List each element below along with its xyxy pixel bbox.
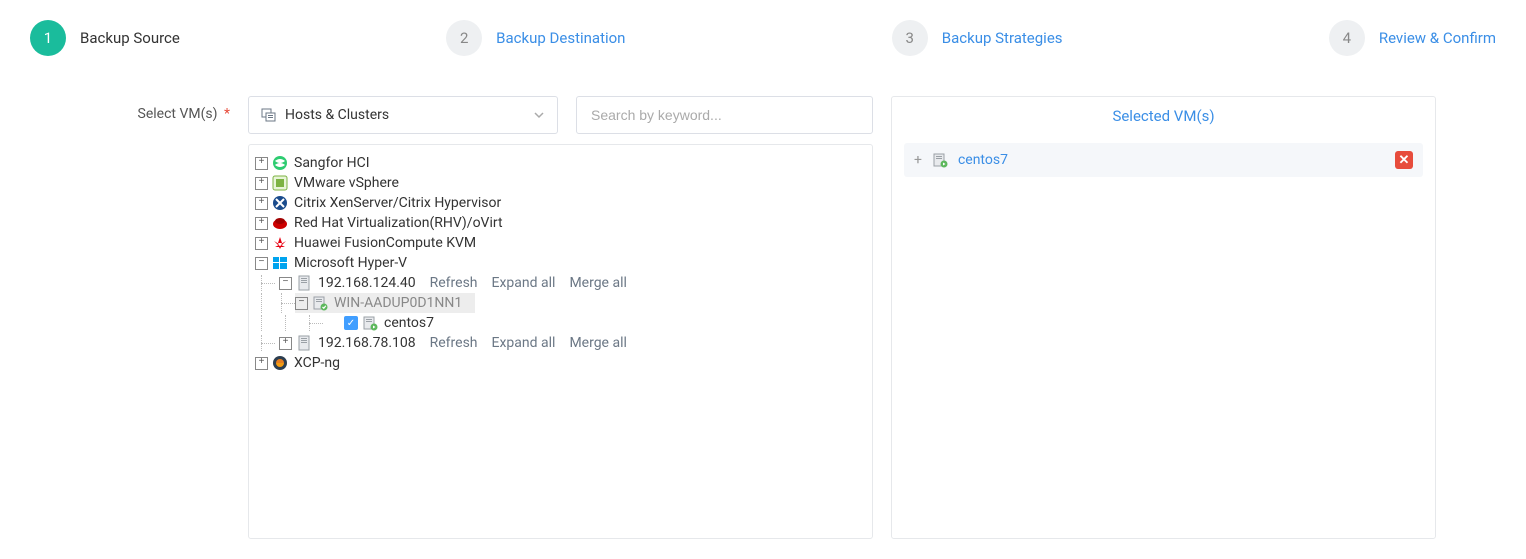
step-number: 4 [1329,20,1365,56]
expand-icon[interactable]: + [279,337,292,350]
step-backup-destination[interactable]: 2 Backup Destination [446,20,625,56]
tree-node-label: centos7 [384,315,434,331]
source-column: Hosts & Clusters + Sangfor HCI + [248,96,873,539]
tree-node-vm[interactable]: ✓ centos7 [255,313,866,333]
vmware-icon [272,175,288,191]
expand-all-link[interactable]: Expand all [492,275,556,291]
tree-node-label: 192.168.78.108 [318,335,416,351]
expand-icon[interactable]: + [255,157,268,170]
content-row: Select VM(s) * Hosts & Clusters + [20,96,1506,539]
server-icon [296,275,312,291]
expand-all-link[interactable]: Expand all [492,335,556,351]
controls-row: Hosts & Clusters [248,96,873,134]
vm-tree: + Sangfor HCI + VMware vSphere + Citrix … [248,144,873,539]
merge-all-link[interactable]: Merge all [569,275,626,291]
tree-node-xcp[interactable]: + XCP-ng [255,353,866,373]
selected-panel: Selected VM(s) + centos7 ✕ [891,96,1436,539]
step-label: Backup Strategies [942,29,1063,47]
vm-checkbox[interactable]: ✓ [344,316,358,330]
sangfor-icon [272,155,288,171]
tree-guide [255,293,275,313]
step-number: 1 [30,20,66,56]
step-backup-strategies[interactable]: 3 Backup Strategies [892,20,1063,56]
expand-icon[interactable]: + [255,237,268,250]
tree-node-winhost[interactable]: − WIN-AADUP0D1NN1 [295,293,475,313]
refresh-link[interactable]: Refresh [430,275,478,291]
expand-icon[interactable]: + [255,217,268,230]
expand-icon[interactable]: + [255,177,268,190]
refresh-link[interactable]: Refresh [430,335,478,351]
remove-button[interactable]: ✕ [1395,151,1413,169]
collapse-icon[interactable]: − [279,277,292,290]
expand-icon[interactable]: + [255,197,268,210]
vm-icon [362,315,378,331]
tree-guide [275,293,295,313]
step-label: Backup Destination [496,29,625,47]
tree-node-citrix[interactable]: + Citrix XenServer/Citrix Hypervisor [255,193,866,213]
tree-node-sangfor[interactable]: + Sangfor HCI [255,153,866,173]
step-backup-source[interactable]: 1 Backup Source [30,20,180,56]
expand-icon[interactable]: + [255,357,268,370]
tree-node-label: Huawei FusionCompute KVM [294,235,476,251]
tree-node-label: WIN-AADUP0D1NN1 [334,295,462,311]
step-label: Review & Confirm [1379,29,1496,47]
redhat-icon [272,215,288,231]
windows-icon [272,255,288,271]
chevron-down-icon [533,109,545,121]
step-number: 3 [892,20,928,56]
tree-node-label: Citrix XenServer/Citrix Hypervisor [294,195,501,211]
wizard-steps: 1 Backup Source 2 Backup Destination 3 B… [20,20,1506,86]
tree-guide [279,315,299,331]
tree-guide [255,275,275,291]
step-number: 2 [446,20,482,56]
vm-icon [932,152,948,168]
tree-node-label: XCP-ng [294,355,340,371]
selected-column: Selected VM(s) + centos7 ✕ [891,96,1436,539]
tree-node-vmware[interactable]: + VMware vSphere [255,173,866,193]
selected-item-label: centos7 [958,152,1008,168]
field-label: Select VM(s) * [20,96,230,122]
tree-node-host[interactable]: + 192.168.78.108 Refresh Expand all Merg… [255,333,866,353]
merge-all-link[interactable]: Merge all [569,335,626,351]
selected-panel-body: + centos7 ✕ [892,135,1435,185]
tree-node-redhat[interactable]: + Red Hat Virtualization(RHV)/oVirt [255,213,866,233]
select-vms-label: Select VM(s) [138,106,218,122]
selected-panel-title: Selected VM(s) [892,97,1435,135]
tree-node-label: 192.168.124.40 [318,275,416,291]
hosts-clusters-icon [261,107,277,123]
tree-node-label: Sangfor HCI [294,155,370,171]
tree-node-huawei[interactable]: + Huawei FusionCompute KVM [255,233,866,253]
search-input[interactable] [576,96,873,134]
citrix-icon [272,195,288,211]
tree-node-label: Microsoft Hyper-V [294,255,407,271]
step-review-confirm[interactable]: 4 Review & Confirm [1329,20,1496,56]
tree-node-label: Red Hat Virtualization(RHV)/oVirt [294,215,503,231]
view-select-label: Hosts & Clusters [285,107,389,123]
tree-guide [303,315,323,331]
tree-node-label: VMware vSphere [294,175,399,191]
server-icon [296,335,312,351]
huawei-icon [272,235,288,251]
selected-item[interactable]: + centos7 ✕ [904,143,1423,177]
collapse-icon[interactable]: − [295,297,308,310]
tree-guide [255,335,275,351]
step-label: Backup Source [80,29,180,47]
required-indicator: * [224,106,230,122]
collapse-icon[interactable]: − [255,257,268,270]
tree-node-hyperv[interactable]: − Microsoft Hyper-V [255,253,866,273]
xcp-icon [272,355,288,371]
host-icon [312,295,328,311]
expand-icon[interactable]: + [914,152,922,168]
tree-guide [255,315,275,331]
view-select[interactable]: Hosts & Clusters [248,96,558,134]
tree-node-host[interactable]: − 192.168.124.40 Refresh Expand all Merg… [255,273,866,293]
